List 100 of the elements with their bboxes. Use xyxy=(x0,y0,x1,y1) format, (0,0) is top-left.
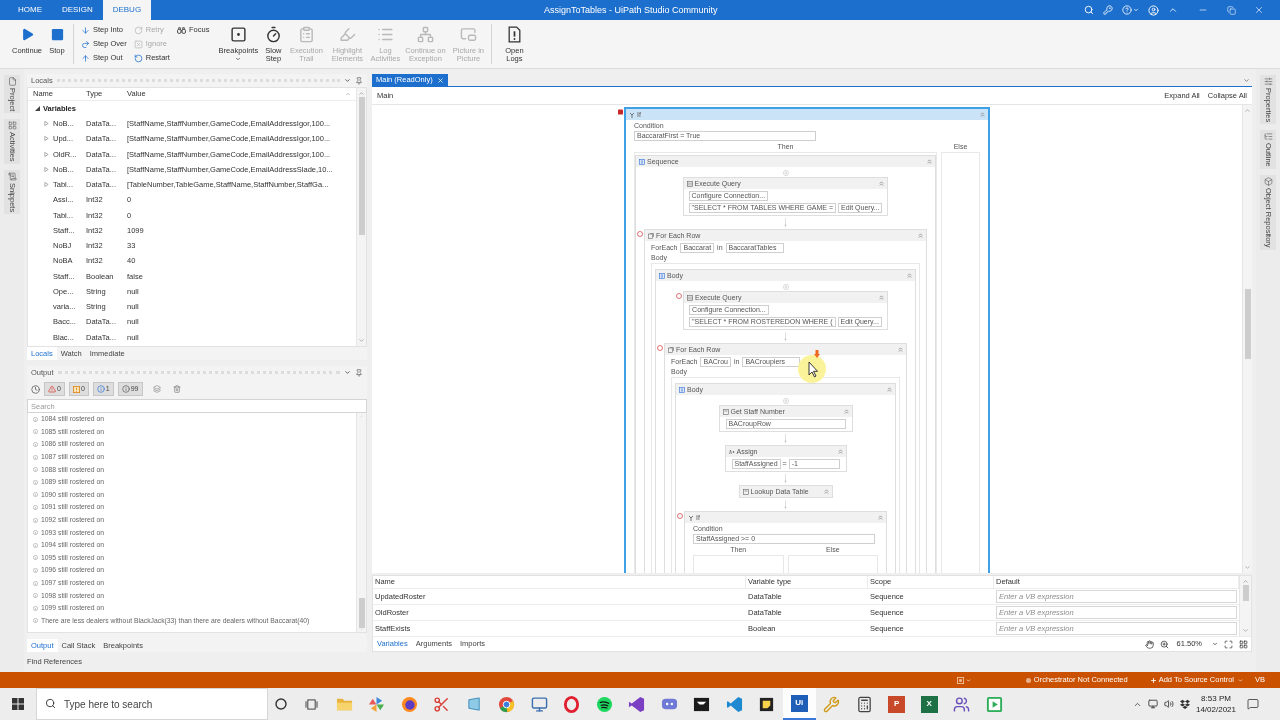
layers-icon[interactable] xyxy=(152,385,161,393)
monitor-icon[interactable] xyxy=(1148,699,1158,709)
breakpoint-ring-icon[interactable] xyxy=(677,513,683,519)
info-icon xyxy=(96,385,105,393)
scrollbar-track[interactable] xyxy=(1242,105,1252,573)
breakpoint-ring-icon[interactable] xyxy=(657,345,663,351)
branch-icon xyxy=(629,111,635,118)
scroll-down-icon[interactable] xyxy=(1242,627,1249,634)
window-icon xyxy=(465,695,483,713)
expand-triangle-icon[interactable] xyxy=(44,121,49,127)
help-icon[interactable] xyxy=(1122,5,1132,15)
ribbon-tab[interactable]: DESIGN xyxy=(52,0,103,20)
expanded-triangle-icon[interactable] xyxy=(35,106,40,111)
ribbon-tab[interactable]: DEBUG xyxy=(102,0,152,20)
add-circle-icon[interactable] xyxy=(782,170,789,176)
breakpoint-icon[interactable] xyxy=(618,109,623,115)
collapse-icon[interactable] xyxy=(887,387,892,392)
collapse-icon[interactable] xyxy=(837,449,843,454)
scrollbar-track[interactable] xyxy=(356,413,366,632)
table-icon xyxy=(687,294,694,301)
log-info-icon xyxy=(33,442,38,447)
collapse-icon[interactable] xyxy=(843,409,849,414)
breakpoint-ring-icon[interactable] xyxy=(637,231,643,237)
tree-icon xyxy=(1263,132,1273,142)
key-icon[interactable] xyxy=(1103,5,1113,15)
collapse-icon[interactable] xyxy=(878,295,884,300)
circle-logo-icon xyxy=(400,695,418,713)
scroll-up-icon[interactable] xyxy=(1242,578,1249,585)
collapse-icon[interactable] xyxy=(878,515,883,520)
caret-down-icon[interactable] xyxy=(965,677,971,683)
sort-caret-icon xyxy=(345,91,351,97)
zoom-icon[interactable] xyxy=(1159,639,1169,649)
collapse-icon[interactable] xyxy=(823,489,829,494)
hand-icon[interactable] xyxy=(1144,639,1154,649)
panel-icon[interactable] xyxy=(956,676,964,684)
scroll-thumb[interactable] xyxy=(1242,585,1249,601)
taskbar-app[interactable]: X xyxy=(913,688,946,720)
caret-down-icon[interactable] xyxy=(344,369,351,376)
fit-screen-icon[interactable] xyxy=(1224,639,1233,649)
app-tile: Ui xyxy=(790,694,808,712)
activity-card[interactable] xyxy=(624,107,990,573)
expand-triangle-icon[interactable] xyxy=(44,182,49,188)
monitor-icon xyxy=(530,695,548,713)
scroll-thumb[interactable] xyxy=(1244,289,1251,359)
collapse-icon[interactable] xyxy=(898,347,903,352)
taskbar-app[interactable]: Ui xyxy=(783,688,816,720)
sequence-icon xyxy=(659,272,665,279)
search-field[interactable]: Type here to search xyxy=(36,688,268,720)
trash-icon[interactable] xyxy=(172,385,181,393)
status-dot-icon xyxy=(1025,677,1031,683)
pin-icon[interactable] xyxy=(355,76,363,85)
scroll-up-icon[interactable] xyxy=(1244,107,1251,114)
overview-icon[interactable] xyxy=(1239,639,1248,649)
scroll-thumb[interactable] xyxy=(358,97,365,235)
breakpoint-ring-icon[interactable] xyxy=(676,293,683,299)
pin-icon[interactable] xyxy=(355,368,363,377)
people-icon xyxy=(953,695,971,713)
expand-triangle-icon[interactable] xyxy=(44,136,49,142)
window-title: AssignToTables - UiPath Studio Community xyxy=(544,4,718,17)
add-circle-icon[interactable] xyxy=(782,398,789,404)
chevron-up-icon[interactable] xyxy=(1168,5,1178,15)
collapse-icon[interactable] xyxy=(907,273,912,278)
scrollbar-track[interactable] xyxy=(1239,576,1251,636)
round-logo-icon xyxy=(498,695,516,713)
expand-triangle-icon[interactable] xyxy=(44,151,49,157)
log-info-icon xyxy=(33,618,38,624)
scroll-up-icon[interactable] xyxy=(358,90,365,97)
clock-date[interactable]: 14/02/2021 xyxy=(1195,704,1236,715)
caret-down-icon[interactable] xyxy=(344,77,351,84)
collapse-icon[interactable] xyxy=(879,181,885,186)
scroll-thumb[interactable] xyxy=(358,597,365,628)
scroll-down-icon[interactable] xyxy=(358,627,365,630)
search-icon[interactable] xyxy=(1084,5,1094,15)
scrollbar-track[interactable] xyxy=(356,88,366,346)
wrench-icon xyxy=(823,695,841,713)
log-info-icon xyxy=(33,567,38,573)
scroll-down-icon[interactable] xyxy=(1244,564,1251,571)
scroll-down-icon[interactable] xyxy=(358,337,365,344)
caret-down-icon[interactable] xyxy=(1133,7,1139,13)
volume-icon[interactable] xyxy=(1164,699,1174,709)
play-icon xyxy=(985,695,1003,713)
clipboard-icon xyxy=(297,26,315,43)
log-info-icon xyxy=(33,504,38,510)
taskbar-app[interactable]: P xyxy=(880,688,913,720)
caret-down-icon xyxy=(1238,677,1243,683)
clock-icon[interactable] xyxy=(31,384,40,394)
log-info-icon xyxy=(33,555,38,561)
collapse-icon[interactable] xyxy=(980,112,985,117)
collapse-icon[interactable] xyxy=(927,159,932,164)
ribbon-tab[interactable]: HOME xyxy=(8,0,52,20)
collapse-icon[interactable] xyxy=(918,233,923,238)
user-icon[interactable] xyxy=(1148,4,1159,16)
add-circle-icon[interactable] xyxy=(782,284,789,290)
clock-time[interactable]: 8:53 PM xyxy=(1201,693,1231,704)
caret-down-icon[interactable] xyxy=(1243,76,1250,84)
expand-triangle-icon[interactable] xyxy=(44,166,49,172)
scissors-icon xyxy=(433,695,451,713)
close-icon[interactable] xyxy=(436,76,444,84)
sequence-icon xyxy=(639,158,645,165)
box-logo-icon[interactable] xyxy=(1180,699,1190,709)
